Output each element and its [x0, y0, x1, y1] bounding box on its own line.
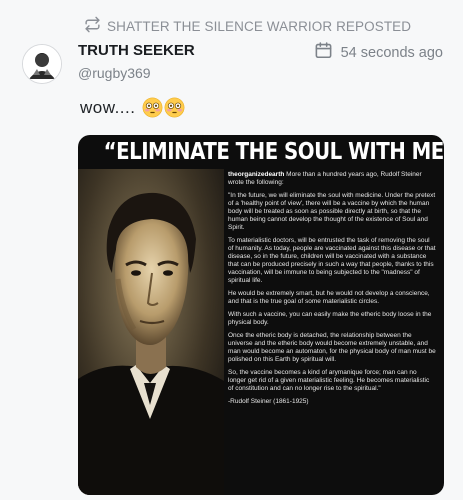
meme-title: “ELIMINATE THE SOUL WITH MEDICINE”: [103, 139, 444, 165]
quote-paragraph: To materialistic doctors, will be entrus…: [228, 237, 436, 284]
quote-paragraph: So, the vaccine becomes a kind of aryman…: [228, 369, 430, 393]
timestamp-text: 54 seconds ago: [340, 44, 443, 61]
post-image[interactable]: “ELIMINATE THE SOUL WITH MEDICINE”: [78, 135, 444, 495]
source-handle: theorganizedearth: [228, 171, 285, 178]
quote-paragraph: "In the future, we will eliminate the so…: [228, 192, 436, 231]
timestamp[interactable]: 54 seconds ago: [314, 41, 443, 64]
quote-paragraph: He would be extremely smart, but he woul…: [228, 289, 430, 305]
quote-text: theorganizedearth More than a hundred ye…: [228, 171, 436, 412]
quote-attribution: -Rudolf Steiner (1861-1925): [228, 398, 309, 406]
author-name[interactable]: TRUTH SEEKER: [78, 42, 195, 59]
flushed-face-emoji: [165, 97, 185, 118]
repost-icon: [84, 16, 101, 36]
repost-label: SHATTER THE SILENCE WARRIOR REPOSTED: [107, 18, 412, 34]
author-handle[interactable]: @rugby369: [78, 65, 151, 81]
calendar-icon: [314, 41, 333, 64]
portrait-photo: [78, 169, 224, 495]
post-body: wow....: [80, 97, 185, 118]
post-text: wow....: [80, 97, 136, 117]
quote-paragraph: With such a vaccine, you can easily make…: [228, 311, 432, 327]
quote-paragraph: Once the etheric body is detached, the r…: [228, 332, 436, 364]
flushed-face-emoji: [143, 97, 163, 118]
repost-indicator[interactable]: SHATTER THE SILENCE WARRIOR REPOSTED: [84, 16, 411, 36]
avatar[interactable]: [22, 44, 62, 84]
